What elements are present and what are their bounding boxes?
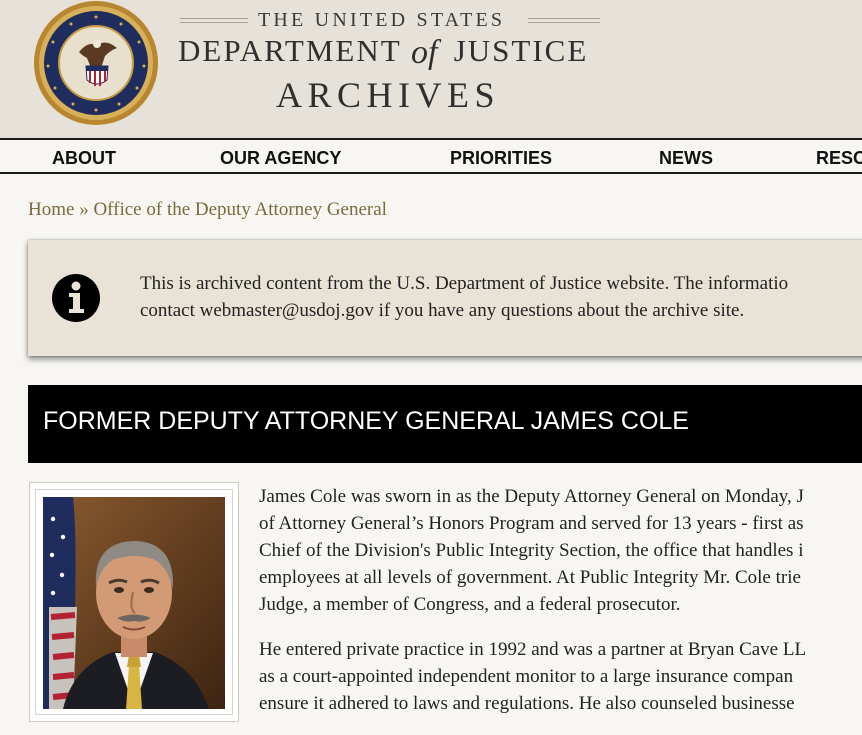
biography-line: Judge, a member of Congress, and a feder…	[259, 594, 681, 615]
biography-line: employees at all levels of government. A…	[259, 567, 801, 588]
wordmark-rule-left	[180, 18, 248, 23]
nav-resources[interactable]: RESO	[816, 148, 862, 169]
site-header: THE UNITED STATES DEPARTMENT JUSTICE of A…	[0, 0, 862, 138]
page-title: FORMER DEPUTY ATTORNEY GENERAL JAMES COL…	[43, 407, 689, 435]
wordmark-department: DEPARTMENT	[178, 33, 402, 68]
nav-news[interactable]: NEWS	[659, 148, 713, 169]
wordmark-rule-right	[528, 18, 600, 23]
wordmark-of: of	[411, 34, 438, 71]
wordmark-line1: THE UNITED STATES	[258, 9, 506, 31]
breadcrumb: Home » Office of the Deputy Attorney Gen…	[28, 199, 387, 221]
wordmark-line3: ARCHIVES	[276, 75, 501, 115]
biography-line: of Attorney General’s Honors Program and…	[259, 513, 804, 534]
biography-line: James Cole was sworn in as the Deputy At…	[259, 486, 804, 507]
biography-text: James Cole was sworn in as the Deputy At…	[259, 483, 862, 735]
page-title-bar: FORMER DEPUTY ATTORNEY GENERAL JAMES COL…	[28, 385, 862, 463]
biography-paragraph-1: James Cole was sworn in as the Deputy At…	[259, 483, 862, 618]
breadcrumb-separator: »	[79, 199, 89, 220]
archive-notice-line1: This is archived content from the U.S. D…	[140, 273, 789, 294]
site-wordmark[interactable]: THE UNITED STATES DEPARTMENT JUSTICE of A…	[0, 0, 862, 138]
portrait-image[interactable]	[43, 497, 225, 709]
nav-about[interactable]: ABOUT	[52, 148, 116, 169]
biography-line: ensure it adhered to laws and regulation…	[259, 693, 795, 714]
nav-priorities[interactable]: PRIORITIES	[450, 148, 552, 169]
archive-notice: This is archived content from the U.S. D…	[28, 240, 862, 356]
wordmark-justice: JUSTICE	[453, 33, 589, 68]
archive-notice-text: This is archived content from the U.S. D…	[140, 270, 862, 324]
breadcrumb-current-link[interactable]: Office of the Deputy Attorney General	[93, 199, 387, 220]
main-nav: ABOUT OUR AGENCY PRIORITIES NEWS RESO	[0, 138, 862, 174]
biography-line: He entered private practice in 1992 and …	[259, 639, 807, 660]
archive-notice-line2: contact webmaster@usdoj.gov if you have …	[140, 300, 745, 321]
nav-our-agency[interactable]: OUR AGENCY	[220, 148, 341, 169]
biography-paragraph-2: He entered private practice in 1992 and …	[259, 636, 862, 717]
wordmark-line2: DEPARTMENT JUSTICE	[178, 33, 588, 69]
biography-line: as a court-appointed independent monitor…	[259, 666, 794, 687]
biography-line: Chief of the Division's Public Integrity…	[259, 540, 804, 561]
breadcrumb-home-link[interactable]: Home	[28, 199, 74, 220]
info-icon	[52, 274, 100, 322]
